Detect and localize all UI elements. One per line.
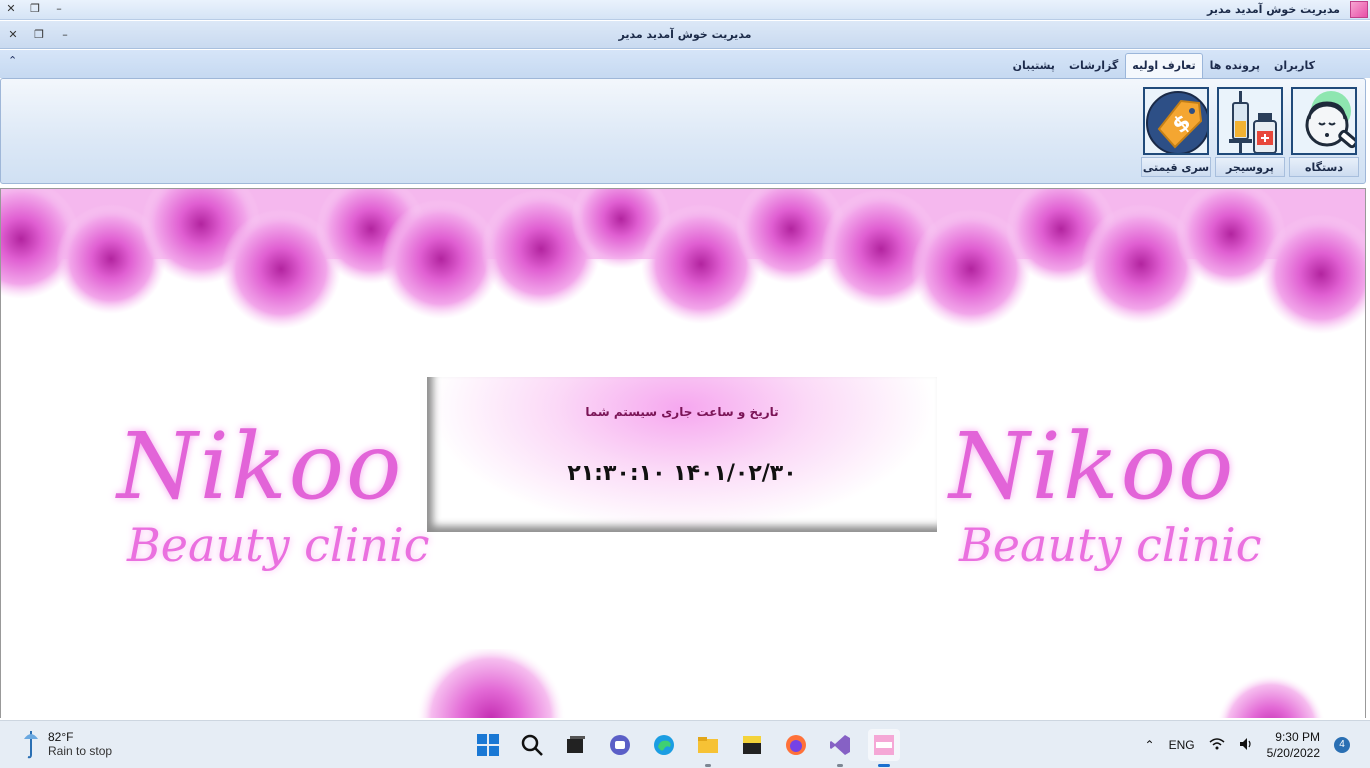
visual-studio-icon[interactable] bbox=[824, 729, 856, 767]
sticky-notes-icon[interactable] bbox=[736, 729, 768, 761]
syringe-bottle-icon bbox=[1217, 87, 1283, 155]
roses-border-bottom bbox=[416, 649, 1325, 718]
procedure-button-label: پروسیجر bbox=[1215, 157, 1285, 177]
edge-icon[interactable] bbox=[648, 729, 680, 761]
inner-window-title: مدیریت خوش آمدید مدیر bbox=[618, 28, 752, 41]
clock-time: 9:30 PM bbox=[1275, 730, 1320, 744]
weather-temperature: 82°F bbox=[48, 730, 74, 744]
outer-title-bar: ✕ ❐ – مدیریت خوش آمدید مدیر bbox=[0, 0, 1370, 20]
datetime-value: ۱۴۰۱/۰۲/۳۰ ۲۱:۳۰:۱۰ bbox=[567, 461, 797, 486]
clinic-logo-left: Nikoo Beauty clinic bbox=[117, 417, 437, 597]
outer-close-button[interactable]: ✕ bbox=[4, 2, 18, 16]
network-wifi-icon[interactable] bbox=[1209, 737, 1225, 754]
tab-reports[interactable]: گزارشات bbox=[1062, 53, 1125, 78]
ribbon-tab-bar: ⌃ کاربران پرونده ها تعارف اولیه گزارشات … bbox=[0, 50, 1370, 78]
brand-subtitle-left: Beauty clinic bbox=[127, 518, 430, 572]
language-indicator[interactable]: ENG bbox=[1169, 738, 1195, 752]
roses-border-top bbox=[1, 189, 1365, 334]
notification-badge[interactable]: 4 bbox=[1334, 737, 1350, 753]
file-explorer-icon[interactable] bbox=[692, 729, 724, 767]
outer-restore-button[interactable]: ❐ bbox=[28, 2, 42, 16]
weather-condition: Rain to stop bbox=[48, 744, 113, 758]
price-series-button-label: سری قیمتی bbox=[1141, 157, 1211, 177]
brand-subtitle-right: Beauty clinic bbox=[959, 518, 1262, 572]
device-button[interactable]: دستگاه bbox=[1289, 85, 1359, 179]
main-content-area: Nikoo Beauty clinic Nikoo Beauty clinic … bbox=[0, 188, 1366, 718]
task-view-icon[interactable] bbox=[560, 729, 592, 761]
datetime-caption: تاریخ و ساعت جاری سیستم شما bbox=[585, 405, 779, 419]
face-laser-device-icon bbox=[1291, 87, 1357, 155]
datetime-panel: تاریخ و ساعت جاری سیستم شما ۱۴۰۱/۰۲/۳۰ ۲… bbox=[427, 377, 937, 532]
firefox-icon[interactable] bbox=[780, 729, 812, 761]
brand-name-right: Nikoo bbox=[949, 413, 1236, 520]
brand-name-left: Nikoo bbox=[117, 413, 404, 520]
inner-title-bar: ✕ ❐ – مدیریت خوش آمدید مدیر bbox=[0, 21, 1370, 49]
start-icon[interactable] bbox=[472, 729, 504, 761]
ribbon-panel: دستگاه پروسیجر $ سری قیمتی bbox=[0, 78, 1366, 184]
system-clock[interactable]: 9:30 PM 5/20/2022 bbox=[1267, 729, 1320, 761]
taskbar: 82°F Rain to stop ⌃ ENG 9:30 PM 5/20/202… bbox=[0, 720, 1370, 768]
volume-icon[interactable] bbox=[1239, 737, 1253, 754]
outer-window-title: مدیریت خوش آمدید مدیر bbox=[1207, 3, 1340, 16]
outer-minimize-button[interactable]: – bbox=[52, 2, 66, 16]
teams-chat-icon[interactable] bbox=[604, 729, 636, 761]
clinic-logo-right: Nikoo Beauty clinic bbox=[949, 417, 1269, 597]
price-series-button[interactable]: $ سری قیمتی bbox=[1141, 85, 1211, 179]
app-logo-icon bbox=[1350, 1, 1368, 18]
tab-backup[interactable]: پشتیبان bbox=[1006, 53, 1062, 78]
ribbon-collapse-button[interactable]: ⌃ bbox=[8, 54, 17, 67]
umbrella-icon bbox=[24, 731, 38, 759]
clinic-app-icon[interactable] bbox=[868, 729, 900, 767]
search-icon[interactable] bbox=[516, 729, 548, 761]
tab-records[interactable]: پرونده ها bbox=[1203, 53, 1267, 78]
tab-basic-definitions[interactable]: تعارف اولیه bbox=[1125, 53, 1203, 78]
weather-widget[interactable]: 82°F Rain to stop bbox=[22, 729, 112, 759]
price-tag-icon: $ bbox=[1143, 87, 1209, 155]
show-hidden-icons-button[interactable]: ⌃ bbox=[1145, 738, 1155, 752]
procedure-button[interactable]: پروسیجر bbox=[1215, 85, 1285, 179]
clock-date: 5/20/2022 bbox=[1266, 746, 1320, 760]
device-button-label: دستگاه bbox=[1289, 157, 1359, 177]
tab-users[interactable]: کاربران bbox=[1267, 53, 1322, 78]
